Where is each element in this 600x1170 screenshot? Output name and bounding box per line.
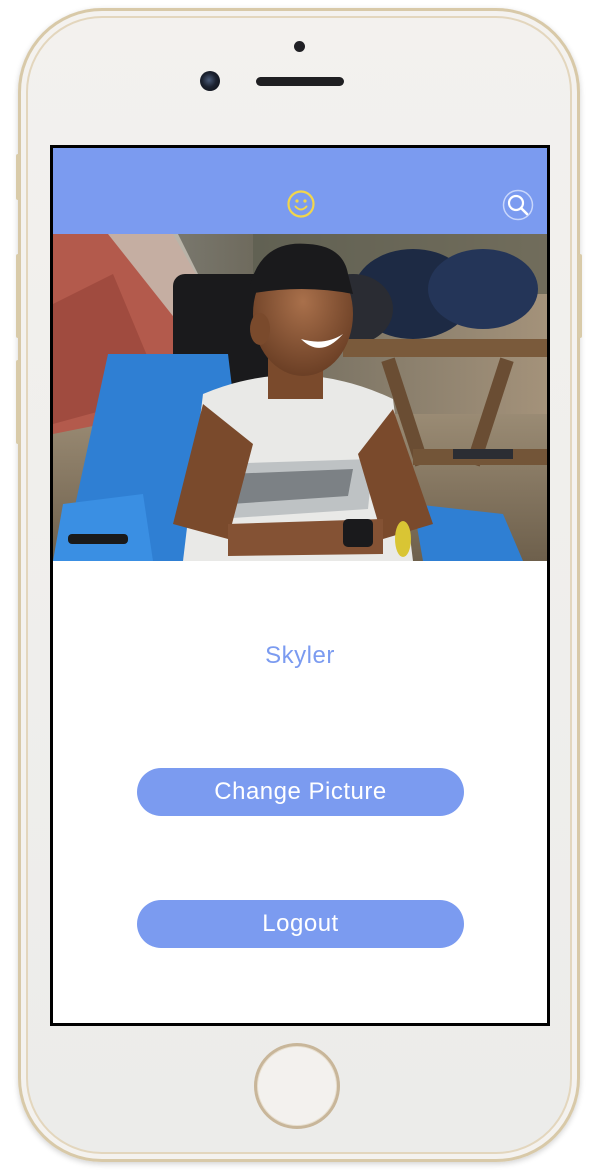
- search-icon[interactable]: [502, 189, 534, 221]
- profile-name: Skyler: [265, 642, 335, 669]
- mute-switch: [16, 154, 20, 200]
- volume-down-button: [16, 360, 20, 444]
- app-view: Skyler Change Picture Logout: [53, 148, 547, 1023]
- navigation-bar: [53, 148, 547, 234]
- power-button: [578, 254, 582, 338]
- change-picture-button[interactable]: Change Picture: [137, 768, 464, 816]
- volume-up-button: [16, 254, 20, 338]
- earpiece-speaker: [256, 77, 344, 86]
- logout-button[interactable]: Logout: [137, 900, 464, 948]
- home-button[interactable]: [254, 1043, 340, 1129]
- profile-photo[interactable]: [53, 234, 547, 561]
- proximity-sensor: [294, 41, 305, 52]
- phone-screen: Skyler Change Picture Logout: [50, 145, 550, 1026]
- front-camera: [200, 71, 220, 91]
- smiley-face-icon[interactable]: [286, 189, 316, 219]
